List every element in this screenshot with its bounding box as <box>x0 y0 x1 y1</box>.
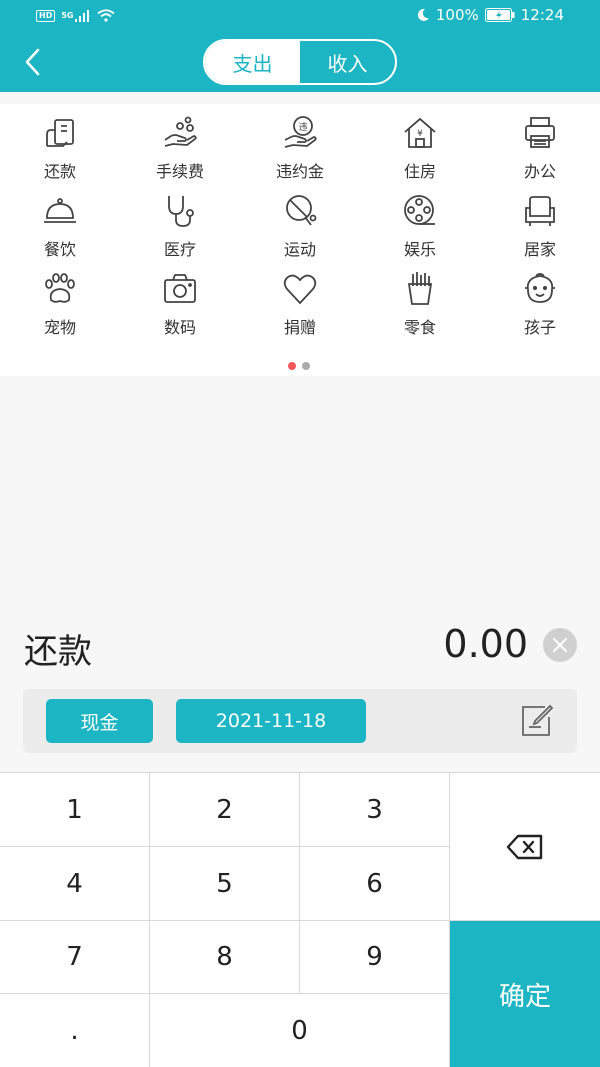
status-right: 100% 12:24 <box>416 6 564 24</box>
battery-charging-icon <box>484 8 515 22</box>
category-label: 捐赠 <box>283 318 316 337</box>
key-6[interactable]: 6 <box>300 847 450 921</box>
category-label: 餐饮 <box>43 240 76 259</box>
signal-icon <box>75 9 90 22</box>
backspace-icon <box>506 834 543 859</box>
key-0[interactable]: 0 <box>150 994 450 1067</box>
tab-expense[interactable]: 支出 <box>205 41 300 83</box>
key-3[interactable]: 3 <box>300 773 450 847</box>
fee-icon <box>164 116 197 147</box>
category-snacks[interactable]: 零食 <box>360 266 480 344</box>
housing-icon: ¥ <box>404 117 436 148</box>
penalty-icon: 违 <box>284 116 317 148</box>
category-donation[interactable]: 捐赠 <box>240 266 360 344</box>
repayment-icon <box>46 119 74 147</box>
date-button[interactable]: 2021-11-18 <box>176 699 366 743</box>
baby-icon <box>525 273 555 303</box>
battery-percent: 100% <box>435 6 479 24</box>
back-button[interactable] <box>18 46 46 78</box>
close-icon <box>552 637 568 653</box>
note-button[interactable] <box>519 703 555 739</box>
category-label: 还款 <box>43 162 76 181</box>
category-digital[interactable]: 数码 <box>120 266 240 344</box>
clock: 12:24 <box>520 6 564 24</box>
camera-icon <box>164 274 196 303</box>
key-2[interactable]: 2 <box>150 773 300 847</box>
category-label: 办公 <box>523 162 556 181</box>
category-office[interactable]: 办公 <box>480 110 600 188</box>
svg-text:¥: ¥ <box>417 129 423 139</box>
category-label: 数码 <box>163 318 196 337</box>
page-dot[interactable] <box>302 362 310 370</box>
category-repayment[interactable]: 还款 <box>0 110 120 188</box>
category-kids[interactable]: 孩子 <box>480 266 600 344</box>
category-pet[interactable]: 宠物 <box>0 266 120 344</box>
status-left: HD 5G <box>36 9 116 22</box>
category-fee[interactable]: 手续费 <box>120 110 240 188</box>
ping-pong-icon <box>286 195 317 226</box>
key-decimal[interactable]: . <box>0 994 150 1067</box>
category-label: 娱乐 <box>403 240 436 259</box>
account-button[interactable]: 现金 <box>46 699 153 743</box>
printer-icon <box>525 117 555 148</box>
key-4[interactable]: 4 <box>0 847 150 921</box>
status-bar: HD 5G 100% 12:24 <box>0 0 600 34</box>
category-penalty[interactable]: 违 违约金 <box>240 110 360 188</box>
tab-income[interactable]: 收入 <box>300 41 395 83</box>
numeric-keypad: 1 2 3 4 5 6 7 8 9 . 0 确定 <box>0 772 600 1067</box>
amount-display: 0.00 <box>443 622 528 666</box>
category-medical[interactable]: 医疗 <box>120 188 240 266</box>
confirm-button[interactable]: 确定 <box>450 921 600 1067</box>
category-label: 住房 <box>403 162 436 181</box>
page-dot-active[interactable] <box>288 362 296 370</box>
page-indicator <box>288 362 310 370</box>
category-housing[interactable]: ¥ 住房 <box>360 110 480 188</box>
amount-row: 还款 0.00 <box>0 620 600 672</box>
category-dining[interactable]: 餐饮 <box>0 188 120 266</box>
heart-icon <box>283 274 317 305</box>
entry-options-bar: 现金 2021-11-18 <box>23 689 577 753</box>
paw-icon <box>45 273 75 303</box>
category-label: 运动 <box>283 240 316 259</box>
category-label: 居家 <box>523 240 556 259</box>
hd-icon: HD <box>36 9 56 22</box>
key-8[interactable]: 8 <box>150 921 300 994</box>
category-panel: 还款 手续费 违 违约金 ¥ 住房 办公 餐饮 医疗 运动 娱乐 居家 宠物 数… <box>0 104 600 376</box>
category-label: 医疗 <box>163 240 196 259</box>
category-grid: 还款 手续费 违 违约金 ¥ 住房 办公 餐饮 医疗 运动 娱乐 居家 宠物 数… <box>0 110 600 344</box>
key-9[interactable]: 9 <box>300 921 450 994</box>
fries-icon <box>407 272 433 305</box>
chevron-left-icon <box>25 48 40 76</box>
header-bar: HD 5G 100% 12:24 支出 收入 <box>0 0 600 92</box>
category-label: 违约金 <box>275 162 324 181</box>
network-label: 5G <box>61 11 74 20</box>
type-segmented-control: 支出 收入 <box>203 39 397 85</box>
key-1[interactable]: 1 <box>0 773 150 847</box>
backspace-key[interactable] <box>450 773 600 921</box>
wifi-icon <box>97 9 116 22</box>
dining-cloche-icon <box>44 198 76 223</box>
category-label: 零食 <box>403 318 436 337</box>
category-label: 孩子 <box>523 318 556 337</box>
armchair-icon <box>525 196 555 226</box>
stethoscope-icon <box>168 196 194 227</box>
clear-amount-button[interactable] <box>543 628 577 662</box>
category-label: 宠物 <box>43 318 76 337</box>
category-sports[interactable]: 运动 <box>240 188 360 266</box>
category-label: 手续费 <box>155 162 204 181</box>
key-7[interactable]: 7 <box>0 921 150 994</box>
key-5[interactable]: 5 <box>150 847 300 921</box>
selected-category-name: 还款 <box>24 632 92 672</box>
edit-note-icon <box>522 704 554 736</box>
category-home[interactable]: 居家 <box>480 188 600 266</box>
film-reel-icon <box>404 195 435 225</box>
svg-text:违: 违 <box>298 122 307 133</box>
moon-icon <box>417 8 429 21</box>
category-entertainment[interactable]: 娱乐 <box>360 188 480 266</box>
